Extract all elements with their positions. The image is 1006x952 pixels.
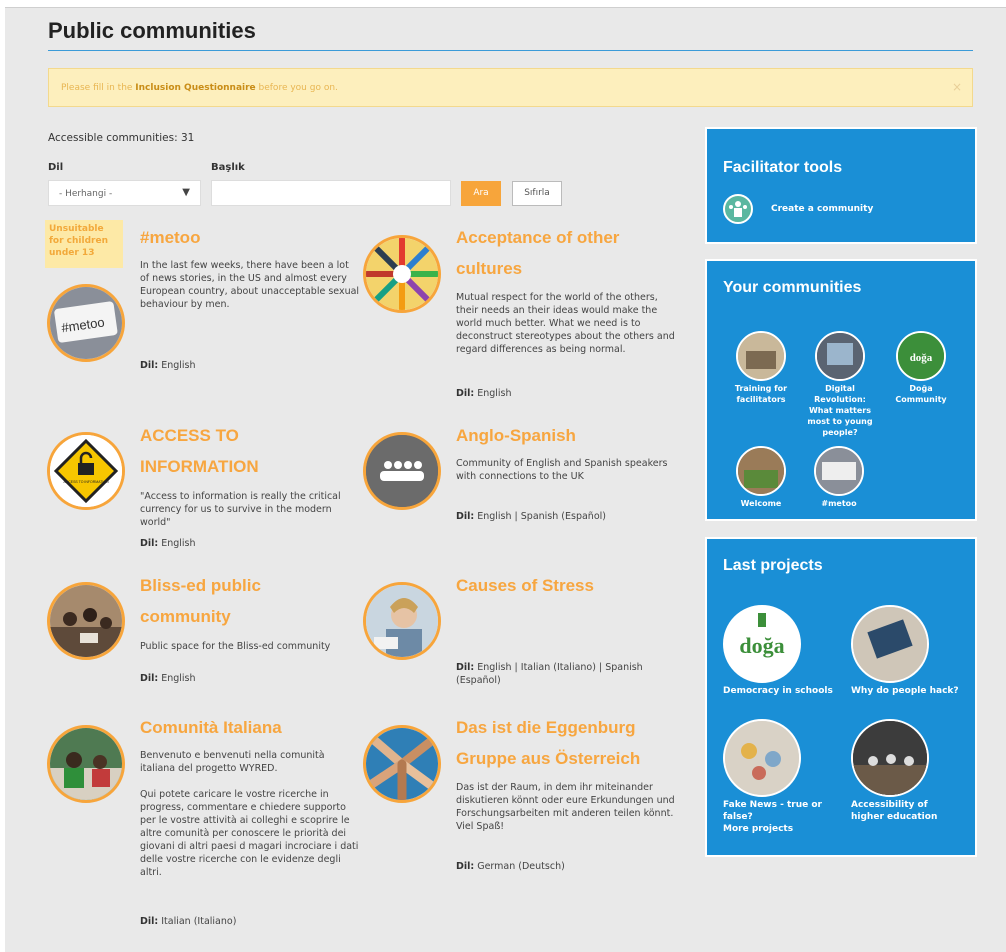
community-title[interactable]: #metoo [140,222,200,253]
doga-logo-text: doğa [910,352,933,364]
fake-news-avatar-icon [723,719,801,797]
facilitator-tools-title: Facilitator tools [723,159,843,176]
create-community-link[interactable]: Create a community [771,204,873,214]
people-group-icon [366,435,438,507]
community-language: Dil: English | Italian (Italiano) | Span… [456,662,643,686]
your-community-item[interactable]: doğa Doğa Community [885,331,957,405]
community-title[interactable]: Das ist die Eggenburg Gruppe aus Österrei… [456,712,640,774]
project-item[interactable]: doğa Democracy in schools [723,605,833,697]
access-sign-text: ACCESS TO INFORMATION [63,480,109,484]
community-description-continued: Qui potete caricare le vostre ricerche i… [140,789,359,878]
your-communities-title: Your communities [723,279,862,296]
community-avatar-comunita-italiana[interactable] [47,725,125,803]
community-title[interactable]: ACCESS TO INFORMATION [140,420,259,482]
dropdown-arrow-icon: ▼ [182,187,190,198]
project-item[interactable]: Fake News - true or false? More projects [723,719,833,835]
community-avatar-eggenburg[interactable] [363,725,441,803]
project-item[interactable]: Accessibility of higher education [851,719,961,823]
community-language: Dil: German (Deutsch) [456,861,565,872]
reset-button[interactable]: Sıfırla [512,181,562,206]
community-description: "Access to information is really the cri… [140,491,341,528]
alert-text-post: before you go on. [255,83,338,93]
community-language: Dil: English [140,673,196,684]
students-photo-icon [50,728,122,800]
community-language: Dil: English [456,388,512,399]
last-projects-panel: Last projects doğa Democracy in schools … [705,537,977,857]
community-language: Dil: English [140,538,196,549]
inclusion-questionnaire-link[interactable]: Inclusion Questionnaire [135,83,255,93]
metoo-avatar-icon [814,446,864,496]
community-description: Benvenuto e benvenuti nella comunità ita… [140,750,325,774]
title-divider [48,50,973,51]
community-language: Dil: English [140,360,196,371]
community-title[interactable]: Comunità Italiana [140,712,282,743]
democracy-avatar-icon: doğa [723,605,801,683]
facilitator-tools-panel: Facilitator tools Create a community [705,127,977,244]
your-community-item[interactable]: Welcome [727,446,795,509]
language-filter-label: Dil [48,162,64,173]
accessible-count: Accessible communities: 31 [48,132,195,144]
project-item[interactable]: Why do people hack? [851,605,961,697]
community-description: Mutual respect for the world of the othe… [456,292,675,355]
doga-project-logo-text: doğa [739,633,784,658]
community-avatar-causes-of-stress[interactable] [363,582,441,660]
create-community-icon[interactable] [723,194,753,224]
community-avatar-access[interactable]: ACCESS TO INFORMATION [47,432,125,510]
age-warning-badge: Unsuitable for children under 13 [45,220,123,268]
language-select[interactable]: - Herhangi - ▼ [48,180,201,206]
close-icon[interactable]: × [952,80,962,94]
colored-pencils-icon [366,238,438,310]
title-search-input[interactable] [211,180,451,206]
questionnaire-alert: Please fill in the Inclusion Questionnai… [48,68,973,107]
community-description: Das ist der Raum, in dem ihr miteinander… [456,782,675,832]
hack-avatar-icon [851,605,929,683]
last-projects-title: Last projects [723,557,823,574]
community-avatar-metoo[interactable]: #metoo [47,284,125,362]
community-description: Public space for the Bliss-ed community [140,641,331,652]
community-avatar-anglo-spanish[interactable] [363,432,441,510]
title-filter-label: Başlık [211,162,245,173]
community-title[interactable]: Causes of Stress [456,570,594,601]
doga-avatar-icon: doğa [896,331,946,381]
your-community-item[interactable]: Training for facilitators [727,331,795,405]
alert-text-pre: Please fill in the [61,83,136,93]
community-title[interactable]: Acceptance of other cultures [456,222,619,284]
metoo-image-icon: #metoo [50,287,122,359]
community-title[interactable]: Anglo-Spanish [456,420,576,451]
community-description: Community of English and Spanish speaker… [456,458,668,482]
warning-sign-icon: ACCESS TO INFORMATION [50,435,122,507]
training-avatar-icon [736,331,786,381]
community-description: In the last few weeks, there have been a… [140,260,360,310]
welcome-avatar-icon [736,446,786,496]
community-language: Dil: English | Spanish (Español) [456,511,606,522]
people-icon [729,201,747,217]
hands-together-icon [366,728,438,800]
community-avatar-bliss-ed[interactable] [47,582,125,660]
your-community-item[interactable]: #metoo [803,446,875,509]
language-select-value: - Herhangi - [59,189,113,199]
stressed-person-icon [366,585,438,657]
your-community-item[interactable]: Digital Revolution: What matters most to… [801,331,879,438]
community-avatar-acceptance[interactable] [363,235,441,313]
digital-revolution-avatar-icon [815,331,865,381]
your-communities-panel: Your communities Training for facilitato… [705,259,977,521]
group-photo-icon [50,585,122,657]
community-title[interactable]: Bliss-ed public community [140,570,261,632]
page-title: Public communities [48,18,256,43]
more-projects-link[interactable]: More projects [723,824,793,834]
accessibility-avatar-icon [851,719,929,797]
search-button[interactable]: Ara [461,181,501,206]
community-language: Dil: Italian (Italiano) [140,916,237,927]
